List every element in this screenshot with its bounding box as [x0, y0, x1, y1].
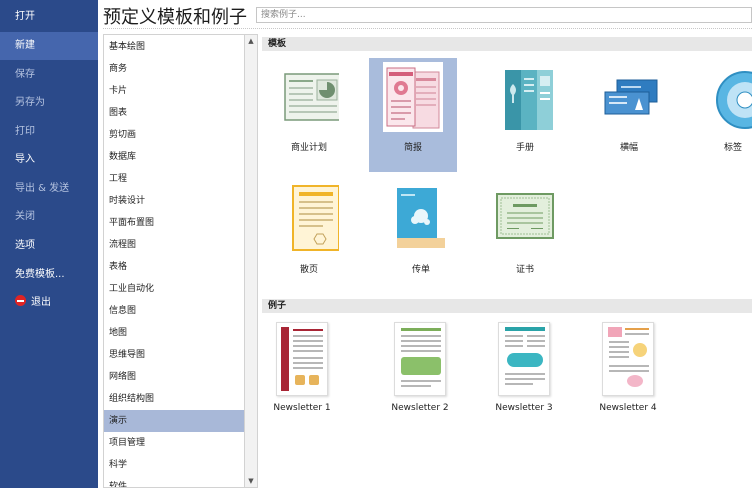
template-leaflet[interactable]: 传单	[377, 180, 465, 294]
brief-thumbnail	[383, 62, 443, 132]
template-business-plan[interactable]: 商业计划	[265, 58, 353, 172]
category-item[interactable]: 组织结构图	[104, 388, 244, 410]
category-item[interactable]: 工程	[104, 168, 244, 190]
newsletter-1-thumbnail	[276, 322, 328, 396]
category-item[interactable]: 表格	[104, 256, 244, 278]
exit-icon	[15, 295, 26, 306]
nav-new[interactable]: 新建	[0, 32, 98, 60]
page-title: 预定义模板和例子	[103, 7, 247, 28]
category-item[interactable]: 流程图	[104, 234, 244, 256]
template-label: 横幅	[619, 143, 638, 153]
template-label: 手册	[515, 143, 534, 153]
category-list: 基本绘图 商务 卡片 图表 剪切画 数据库 工程 时装设计 平面布置图 流程图 …	[103, 34, 245, 488]
category-item[interactable]: 地图	[104, 322, 244, 344]
template-label: 证书	[515, 265, 534, 275]
template-label: 散页	[299, 265, 318, 275]
example-label: Newsletter 2	[391, 403, 449, 413]
category-item[interactable]: 剪切画	[104, 124, 244, 146]
business-plan-thumbnail	[279, 62, 342, 132]
template-brochure[interactable]: 手册	[481, 58, 569, 172]
search-input[interactable]	[256, 7, 752, 23]
example-label: Newsletter 3	[495, 403, 553, 413]
brochure-thumbnail	[495, 62, 555, 132]
certificate-thumbnail	[495, 184, 555, 254]
template-label: 标签	[723, 143, 742, 153]
example-newsletter-4[interactable]: Newsletter 4	[578, 322, 678, 422]
example-newsletter-1[interactable]: Newsletter 1	[252, 322, 352, 422]
category-item[interactable]: 基本绘图	[104, 36, 244, 58]
template-certificate[interactable]: 证书	[481, 180, 569, 294]
nav-save[interactable]: 保存	[0, 61, 98, 89]
example-newsletter-3[interactable]: Newsletter 3	[474, 322, 574, 422]
category-item[interactable]: 平面布置图	[104, 212, 244, 234]
header-divider	[103, 28, 752, 29]
example-newsletter-2[interactable]: Newsletter 2	[370, 322, 470, 422]
nav-options[interactable]: 选项	[0, 232, 98, 260]
nav-export-send[interactable]: 导出 & 发送	[0, 175, 98, 203]
example-label: Newsletter 4	[599, 403, 657, 413]
nav-exit[interactable]: 退出	[0, 289, 98, 317]
category-item[interactable]: 思维导图	[104, 344, 244, 366]
category-item[interactable]: 科学	[104, 454, 244, 476]
nav-save-as[interactable]: 另存为	[0, 89, 98, 117]
nav-print[interactable]: 打印	[0, 118, 98, 146]
category-item[interactable]: 商务	[104, 58, 244, 80]
category-item[interactable]: 软件	[104, 476, 244, 487]
banner-thumbnail	[599, 62, 659, 132]
category-item[interactable]: 卡片	[104, 80, 244, 102]
newsletter-4-thumbnail	[602, 322, 654, 396]
leaflet-thumbnail	[391, 184, 451, 254]
backstage-nav: 打开 新建 保存 另存为 打印 导入 导出 & 发送 关闭 选项 免费模板...…	[0, 0, 98, 488]
label-thumbnail	[703, 62, 752, 132]
category-item[interactable]: 网络图	[104, 366, 244, 388]
nav-close[interactable]: 关闭	[0, 203, 98, 231]
nav-import[interactable]: 导入	[0, 146, 98, 174]
category-item[interactable]: 项目管理	[104, 432, 244, 454]
nav-free-templates[interactable]: 免费模板...	[0, 261, 98, 289]
category-item[interactable]: 时装设计	[104, 190, 244, 212]
templates-section-header: 模板	[262, 37, 752, 51]
example-label: Newsletter 1	[273, 403, 331, 413]
template-brief-selected[interactable]: 简报	[369, 58, 457, 172]
template-flyer-sheet[interactable]: 散页	[265, 180, 353, 294]
scroll-up-icon[interactable]: ▲	[245, 35, 257, 47]
category-item-selected[interactable]: 演示	[104, 410, 244, 432]
template-window: { "nav": { "open": "打开", "new": "新建", "s…	[0, 0, 752, 488]
scroll-down-icon[interactable]: ▼	[245, 475, 257, 487]
template-label: 商业计划	[290, 143, 327, 153]
category-item[interactable]: 工业自动化	[104, 278, 244, 300]
nav-exit-label: 退出	[31, 297, 51, 308]
nav-open[interactable]: 打开	[0, 3, 98, 31]
category-item[interactable]: 信息图	[104, 300, 244, 322]
examples-section-header: 例子	[262, 299, 752, 313]
category-item[interactable]: 图表	[104, 102, 244, 124]
template-banner[interactable]: 横幅	[585, 58, 673, 172]
newsletter-3-thumbnail	[498, 322, 550, 396]
template-label: 传单	[411, 265, 430, 275]
template-label: 简报	[403, 143, 422, 153]
flyer-sheet-thumbnail	[279, 184, 340, 254]
category-item[interactable]: 数据库	[104, 146, 244, 168]
template-label-cd[interactable]: 标签	[689, 58, 752, 172]
newsletter-2-thumbnail	[394, 322, 446, 396]
